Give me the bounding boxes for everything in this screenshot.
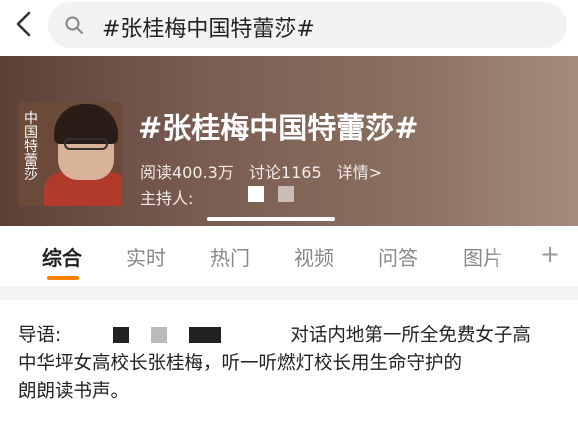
intro-line-2: 中华坪女高校长张桂梅，听一听燃灯校长用生命守护的 [18,353,463,374]
details-link[interactable]: 详情> [337,163,382,182]
host-redaction [278,186,294,202]
topic-cover-image: 中国特蕾莎 [18,102,122,206]
topic-stats: 阅读400.3万 讨论1165 详情> [140,159,392,183]
topic-title: #张桂梅中国特蕾莎# [138,111,419,145]
tab-video[interactable]: 视频 [294,242,334,271]
host-label: 主持人: [140,189,194,208]
section-divider [0,286,578,300]
intro-line-1: 导语: 对话内地第一所全免费女子高 [18,322,568,350]
top-bar: #张桂梅中国特蕾莎# [0,0,578,56]
search-icon [65,16,83,34]
cover-title-text: 中国特蕾莎 [24,111,38,183]
cover-figure-glasses [64,138,108,150]
tab-realtime[interactable]: 实时 [126,242,166,271]
search-bar[interactable]: #张桂梅中国特蕾莎# [48,2,567,48]
tab-hot[interactable]: 热门 [210,242,250,271]
intro-label: 导语: [18,325,62,346]
tab-comprehensive[interactable]: 综合 [42,242,82,271]
topic-intro: 导语: 对话内地第一所全免费女子高 中华坪女高校长张桂梅，听一听燃灯校长用生命守… [18,322,568,406]
topic-header: 中国特蕾莎 #张桂梅中国特蕾莎# 阅读400.3万 讨论1165 详情> 主持人… [0,56,578,226]
tab-fade [488,226,528,286]
discussion-count: 讨论1165 [248,163,322,182]
back-arrow-icon[interactable] [10,9,40,39]
redaction-block [113,327,130,343]
redaction-block [150,327,167,343]
page-indicator [207,217,335,221]
active-tab-underline [47,276,79,280]
intro-text: 对话内地第一所全免费女子高 [290,325,531,346]
add-tab-icon[interactable]: + [540,240,560,268]
intro-line-3: 朗朗读书声。 [18,381,130,402]
redaction-block [188,327,221,343]
host-redaction [248,186,264,202]
tab-qa[interactable]: 问答 [378,242,418,271]
tab-bar: 综合 实时 热门 视频 问答 图片 + [0,226,578,286]
search-query[interactable]: #张桂梅中国特蕾莎# [102,11,315,43]
read-count: 阅读400.3万 [140,163,234,182]
